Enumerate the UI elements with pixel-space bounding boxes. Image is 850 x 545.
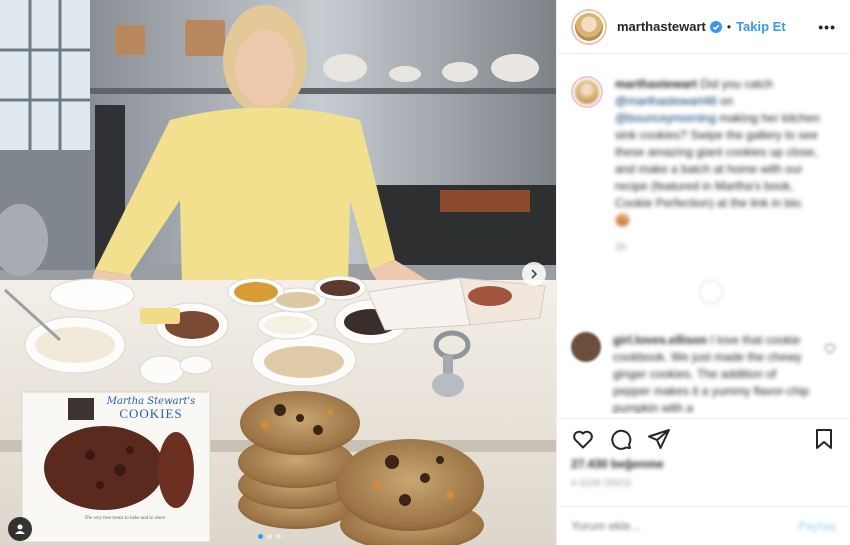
like-comment-icon[interactable] — [824, 342, 836, 360]
kitchen-photo — [0, 0, 556, 545]
caption-avatar[interactable] — [571, 76, 603, 108]
caption-text-part: on — [716, 94, 734, 108]
likes-count[interactable]: 27.430 beğenme — [571, 457, 664, 471]
share-icon — [648, 428, 670, 449]
load-more-comments-button[interactable] — [699, 280, 723, 304]
save-button[interactable] — [810, 425, 838, 453]
post-actions — [557, 418, 850, 458]
like-button[interactable] — [569, 425, 597, 453]
author-avatar[interactable] — [571, 8, 607, 45]
post-header: marthastewart • Takip Et ••• — [557, 0, 850, 54]
carousel-indicator — [258, 534, 281, 539]
comment-icon — [611, 429, 632, 450]
carousel-dot — [276, 534, 281, 539]
cookbook-title-caps: COOKIES — [119, 406, 183, 421]
follow-button[interactable]: Takip Et — [736, 19, 786, 34]
caption-text: marthastewart Did you catch @marthastewa… — [615, 76, 820, 256]
comment-form: Paylaş — [557, 506, 850, 545]
caption-text-part: making her kitchen sink cookies? Swipe t… — [615, 111, 820, 227]
more-options-button[interactable]: ••• — [818, 19, 836, 35]
comment-input[interactable] — [571, 519, 798, 533]
caption-time: 1h — [615, 242, 627, 253]
caption-username[interactable]: marthastewart — [615, 77, 697, 91]
user-icon — [15, 524, 25, 534]
caption-text-part: Did you catch — [697, 77, 774, 91]
post-date: 4 GÜN ÖNCE — [571, 478, 633, 488]
share-button[interactable] — [645, 425, 673, 453]
carousel-dot-active — [258, 534, 263, 539]
carousel-dot — [267, 534, 272, 539]
author-avatar-image — [575, 12, 603, 41]
comment-item: girl.loves.ellison I love that cookie co… — [571, 332, 813, 414]
tagged-users-button[interactable] — [8, 517, 32, 541]
verified-badge-icon — [709, 20, 722, 33]
caption-mention[interactable]: @bounceymorning — [615, 111, 716, 125]
author-username[interactable]: marthastewart — [617, 19, 706, 34]
heart-icon — [573, 430, 593, 448]
post-caption: marthastewart Did you catch @marthastewa… — [557, 62, 850, 256]
post-comment-button[interactable]: Paylaş — [798, 519, 836, 533]
post-photo[interactable]: Martha Stewart's COOKIES The very best t… — [0, 0, 556, 545]
commenter-avatar[interactable] — [571, 332, 601, 362]
bookmark-icon — [816, 428, 832, 449]
cookbook-title: Martha Stewart's COOKIES — [96, 396, 206, 420]
commenter-username[interactable]: girl.loves.ellison — [613, 333, 707, 347]
chevron-right-icon — [531, 269, 538, 279]
header-separator: • — [726, 19, 732, 34]
comments-list[interactable]: marthastewart Did you catch @marthastewa… — [557, 62, 850, 414]
carousel-next-button[interactable] — [522, 262, 546, 286]
comment-button[interactable] — [607, 425, 635, 453]
post-sidebar: marthastewart • Takip Et ••• marthastewa… — [556, 0, 850, 545]
comment-text: girl.loves.ellison I love that cookie co… — [613, 332, 813, 414]
cookbook-subtitle: The very best treats to bake and to shar… — [84, 516, 166, 521]
caption-mention[interactable]: @marthastewart48 — [615, 94, 717, 108]
